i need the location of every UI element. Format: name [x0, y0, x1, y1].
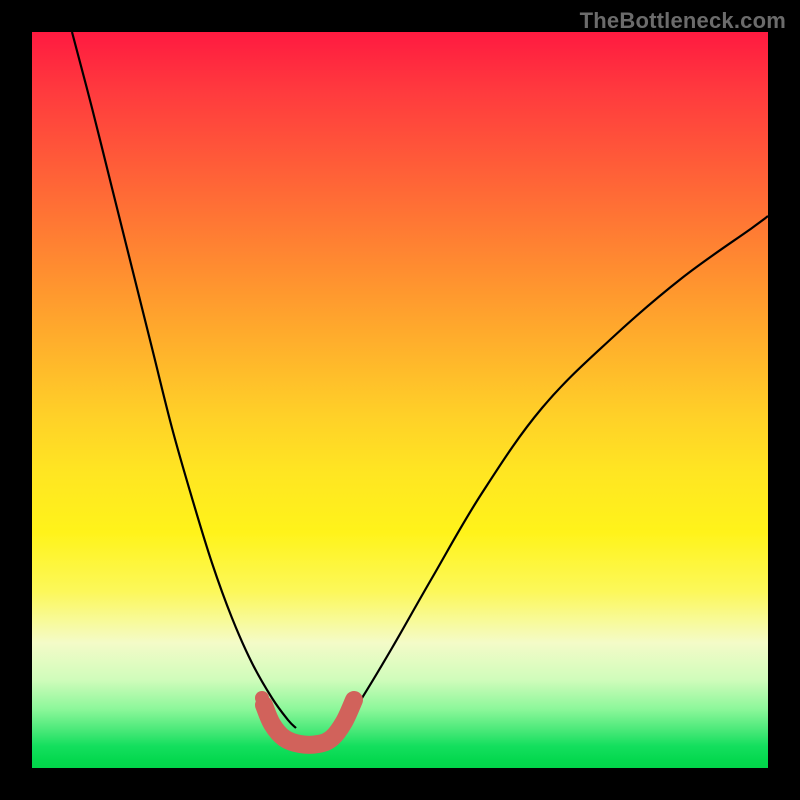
pink-dot: [255, 691, 269, 705]
watermark-text: TheBottleneck.com: [580, 8, 786, 34]
chart-svg: [32, 32, 768, 768]
right-curve-path: [342, 216, 768, 728]
chart-frame: [32, 32, 768, 768]
left-curve-path: [72, 32, 296, 728]
